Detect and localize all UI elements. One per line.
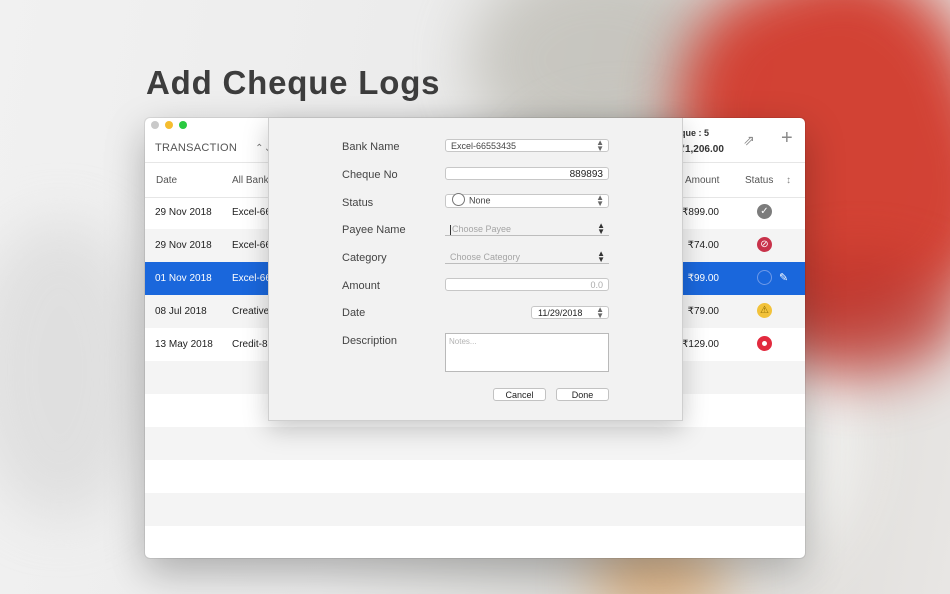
row-amount: ₹79.00 xyxy=(687,306,719,317)
transaction-type-label: TRANSACTION xyxy=(155,142,238,154)
header-status[interactable]: Status xyxy=(745,175,773,186)
description-textarea[interactable]: Notes... xyxy=(445,333,609,372)
headline: Add Cheque Logs xyxy=(146,64,441,101)
header-date[interactable]: Date xyxy=(156,175,177,186)
close-window-button[interactable] xyxy=(151,121,159,129)
bounced-status-icon[interactable]: ⊘ xyxy=(757,237,772,252)
maximize-window-button[interactable] xyxy=(179,121,187,129)
bg-blur xyxy=(0,220,150,520)
empty-row xyxy=(145,493,805,526)
row-date: 08 Jul 2018 xyxy=(155,306,207,317)
amount-label: Amount xyxy=(342,280,380,292)
payee-combobox[interactable]: Choose Payee ▲ ▼ xyxy=(445,221,609,236)
cheque-total: ₹1,206.00 xyxy=(678,144,724,155)
date-label: Date xyxy=(342,307,366,319)
row-amount: ₹74.00 xyxy=(687,240,719,251)
sort-chevron-icon[interactable]: ↕ xyxy=(786,175,791,186)
cheque-no-label: Cheque No xyxy=(342,169,398,181)
empty-row xyxy=(145,427,805,460)
row-date: 01 Nov 2018 xyxy=(155,273,212,284)
window-controls xyxy=(151,121,187,129)
bank-name-select[interactable]: Excel-66553435 ▲ ▼ xyxy=(445,138,609,153)
no-status-icon[interactable] xyxy=(757,270,772,285)
updown-chevron-icon: ▲ ▼ xyxy=(597,249,605,264)
bank-name-label: Bank Name xyxy=(342,141,400,153)
cheque-no-field[interactable]: 889893 xyxy=(445,167,609,180)
status-value: None xyxy=(469,195,491,206)
empty-row xyxy=(145,526,805,558)
updown-chevron-icon: ▲ ▼ xyxy=(596,193,604,208)
export-icon[interactable]: ⇗ xyxy=(743,132,755,149)
category-label: Category xyxy=(342,252,387,264)
row-amount: ₹899.00 xyxy=(682,207,719,218)
cancel-button[interactable]: Cancel xyxy=(493,388,546,401)
updown-chevron-icon: ▲ ▼ xyxy=(597,221,605,236)
stepper-icon[interactable]: ▲ ▼ xyxy=(596,306,604,320)
header-amount[interactable]: Amount xyxy=(685,175,719,186)
category-combobox[interactable]: Choose Category ▲ ▼ xyxy=(445,249,609,264)
row-bank: Excel-66 xyxy=(232,240,271,251)
empty-row xyxy=(145,460,805,493)
add-cheque-dialog: Bank Name Excel-66553435 ▲ ▼ Cheque No 88… xyxy=(268,118,683,421)
status-circle-icon xyxy=(452,193,465,207)
cleared-status-icon[interactable]: ✓ xyxy=(757,204,772,219)
done-button[interactable]: Done xyxy=(556,388,609,401)
payee-placeholder: Choose Payee xyxy=(452,224,512,234)
row-bank: Excel-66 xyxy=(232,207,271,218)
warning-status-icon[interactable]: ⚠ xyxy=(757,303,772,318)
text-caret xyxy=(450,224,451,235)
add-icon[interactable]: + xyxy=(781,127,793,150)
date-value: 11/29/2018 xyxy=(538,308,583,318)
payee-name-label: Payee Name xyxy=(342,224,406,236)
date-picker[interactable]: 11/29/2018 ▲ ▼ xyxy=(531,306,609,320)
row-bank: Credit-87 xyxy=(232,339,274,350)
transaction-type-select[interactable]: TRANSACTION ⌃⌄ xyxy=(155,142,273,154)
row-date: 13 May 2018 xyxy=(155,339,213,350)
row-amount: ₹129.00 xyxy=(682,339,719,350)
row-bank: Creative- xyxy=(232,306,273,317)
row-amount: ₹99.00 xyxy=(687,273,719,284)
row-bank: Excel-66 xyxy=(232,273,271,284)
category-placeholder: Choose Category xyxy=(450,252,521,262)
bank-name-value: Excel-66553435 xyxy=(451,141,517,151)
amount-field[interactable]: 0.0 xyxy=(445,278,609,291)
stopped-status-icon[interactable] xyxy=(757,336,772,351)
row-date: 29 Nov 2018 xyxy=(155,207,212,218)
status-label: Status xyxy=(342,197,374,209)
minimize-window-button[interactable] xyxy=(165,121,173,129)
updown-chevron-icon: ▲ ▼ xyxy=(596,138,604,153)
pencil-icon[interactable]: ✎ xyxy=(779,271,788,284)
row-date: 29 Nov 2018 xyxy=(155,240,212,251)
description-label: Description xyxy=(342,335,398,347)
status-select[interactable]: None ▲ ▼ xyxy=(445,193,609,208)
